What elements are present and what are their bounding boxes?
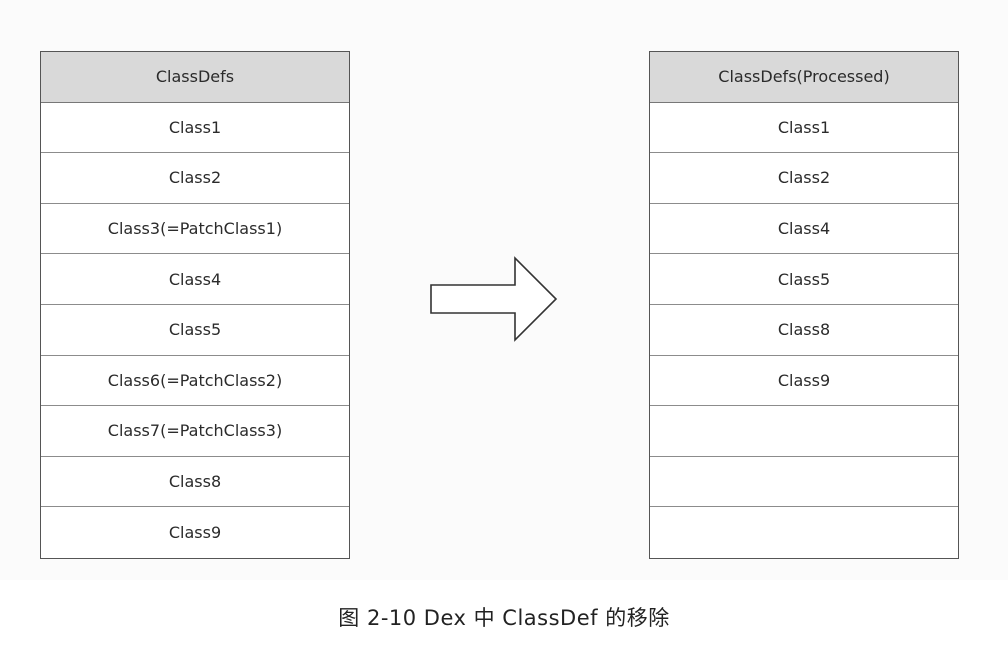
table-row: Class1 bbox=[41, 103, 349, 154]
table-row: Class7(=PatchClass3) bbox=[41, 406, 349, 457]
table-row: Class4 bbox=[650, 204, 958, 255]
table-row bbox=[650, 406, 958, 457]
table-row bbox=[650, 457, 958, 508]
table-row: Class2 bbox=[41, 153, 349, 204]
table-row: Class4 bbox=[41, 254, 349, 305]
figure-area: ClassDefs Class1 Class2 Class3(=PatchCla… bbox=[0, 0, 1008, 580]
table-row: Class2 bbox=[650, 153, 958, 204]
table-row: Class1 bbox=[650, 103, 958, 154]
table-header: ClassDefs bbox=[41, 52, 349, 103]
table-row: Class9 bbox=[650, 356, 958, 407]
table-row: Class9 bbox=[168, 523, 222, 543]
original-classdefs-table: ClassDefs Class1 Class2 Class3(=PatchCla… bbox=[40, 51, 350, 559]
table-row: Class5 bbox=[41, 305, 349, 356]
table-row: Class8 bbox=[650, 305, 958, 356]
table-header: ClassDefs(Processed) bbox=[650, 52, 958, 103]
table-row: Class5 bbox=[650, 254, 958, 305]
table-row: Class8 bbox=[41, 457, 349, 508]
table-row bbox=[650, 507, 958, 558]
processed-classdefs-table: ClassDefs(Processed) Class1 Class2 Class… bbox=[649, 51, 959, 559]
figure-caption: 图 2-10 Dex 中 ClassDef 的移除 bbox=[338, 606, 670, 630]
table-row: Class3(=PatchClass1) bbox=[41, 204, 349, 255]
right-arrow-icon bbox=[430, 256, 558, 342]
table-row: Class6(=PatchClass2) bbox=[41, 356, 349, 407]
